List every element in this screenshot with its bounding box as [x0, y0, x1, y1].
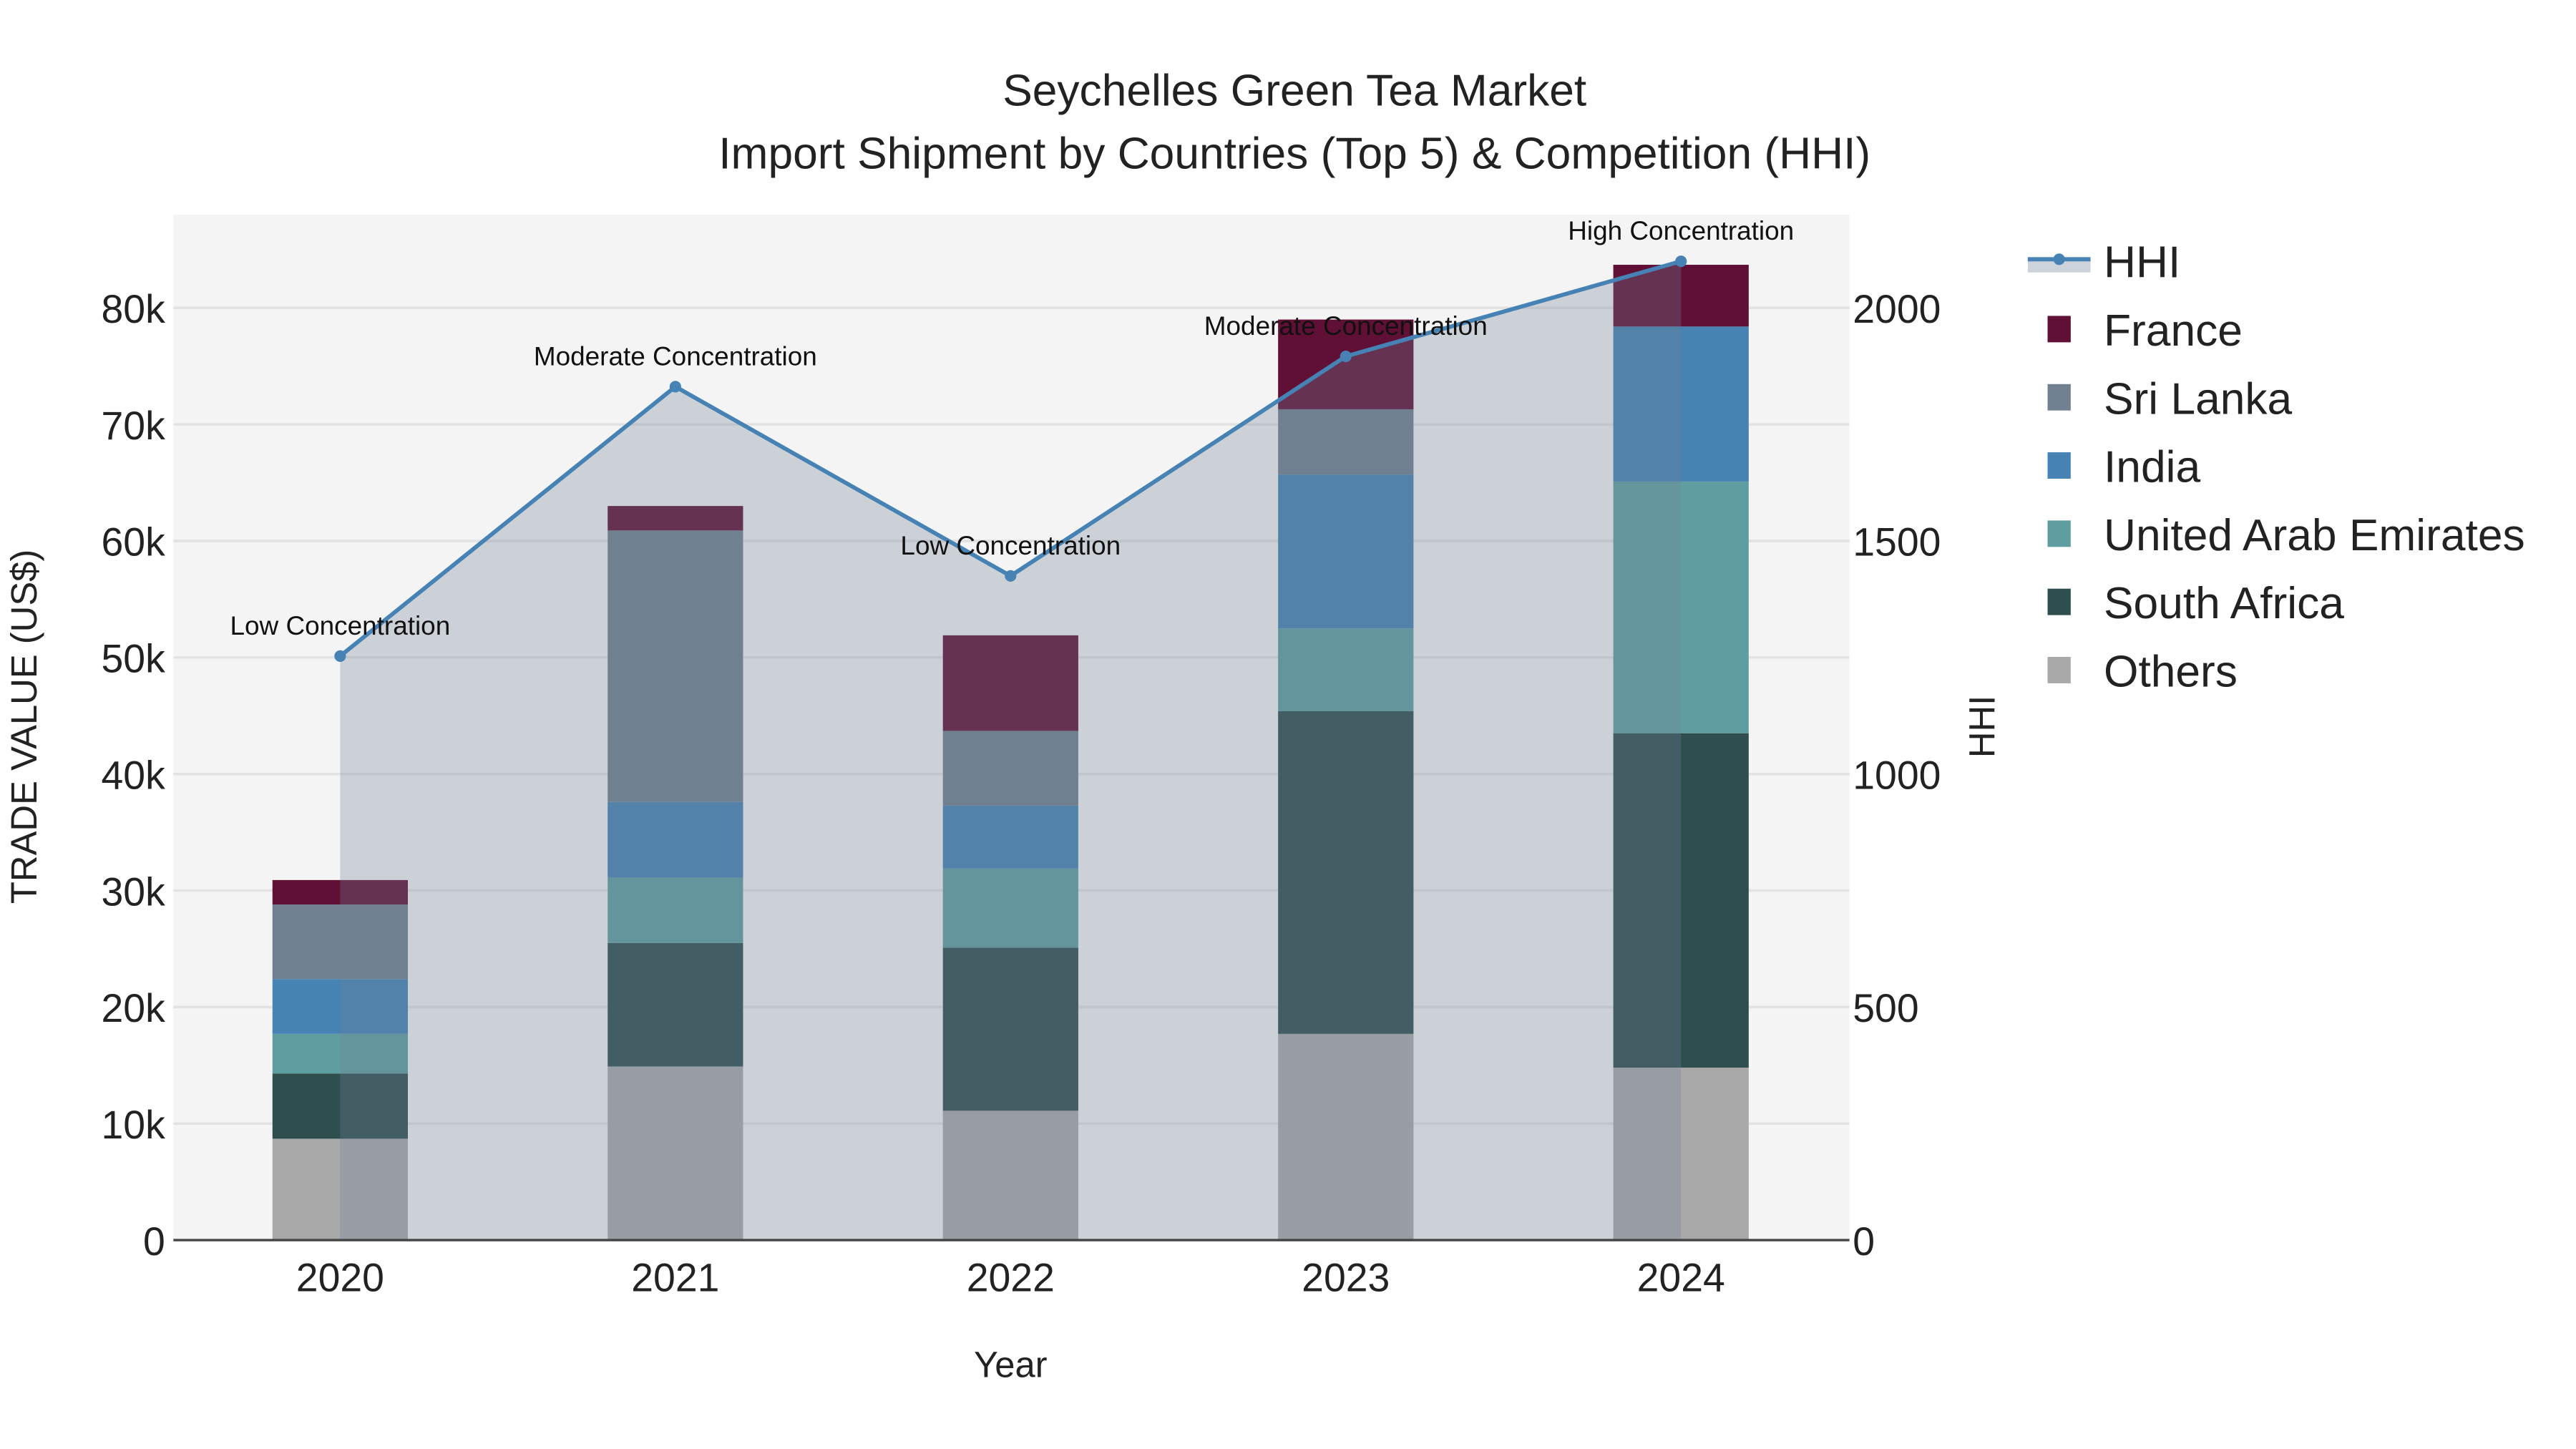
y2-tick-label: 500	[1853, 986, 1918, 1030]
y-tick-label: 60k	[101, 520, 165, 565]
legend-swatch	[2047, 316, 2071, 343]
y-tick-label: 10k	[101, 1103, 165, 1147]
legend-hhi-marker	[2053, 253, 2065, 265]
y2-axis-label: HHI	[1962, 696, 2003, 758]
y-axis-label: TRADE VALUE (US$)	[4, 550, 44, 904]
hhi-point	[1340, 350, 1352, 363]
x-tick-label: 2021	[631, 1256, 719, 1300]
legend-label-hhi: HHI	[2104, 238, 2180, 288]
legend-label: Others	[2104, 648, 2238, 697]
y2-tick-label: 1500	[1853, 520, 1941, 565]
x-tick-label: 2024	[1637, 1256, 1725, 1300]
y-tick-label: 20k	[101, 986, 165, 1030]
legend-label: United Arab Emirates	[2104, 511, 2525, 560]
hhi-point	[1675, 255, 1687, 268]
legend-label: India	[2104, 443, 2200, 492]
legend: HHI France Sri Lanka India United Arab Emira…	[2027, 238, 2525, 697]
legend-label: Sri Lanka	[2104, 374, 2293, 424]
y2-tick-label: 0	[1853, 1219, 1875, 1264]
y-tick-label: 0	[143, 1219, 165, 1264]
y-axis-ticks: 0 10k 20k 30k 40k 50k 60k 70k 80k	[101, 287, 165, 1264]
hhi-point	[1005, 570, 1017, 582]
legend-swatch	[2047, 657, 2071, 683]
hhi-annotation: Moderate Concentration	[534, 341, 817, 371]
hhi-point	[669, 381, 681, 393]
y-tick-label: 80k	[101, 287, 165, 331]
x-tick-label: 2020	[296, 1256, 384, 1300]
legend-swatch	[2047, 384, 2071, 411]
y2-axis-ticks: 0 500 1000 1500 2000	[1853, 287, 1941, 1264]
y-tick-label: 30k	[101, 869, 165, 914]
y-tick-label: 40k	[101, 753, 165, 797]
legend-swatch	[2047, 520, 2071, 547]
hhi-annotation: High Concentration	[1568, 216, 1794, 245]
hhi-annotation: Moderate Concentration	[1204, 311, 1488, 341]
y2-tick-label: 1000	[1853, 753, 1941, 797]
chart-title: Seychelles Green Tea Market	[1002, 67, 1586, 116]
y2-tick-label: 2000	[1853, 287, 1941, 331]
y-tick-label: 50k	[101, 637, 165, 681]
x-axis-label: Year	[974, 1345, 1048, 1385]
hhi-point	[334, 650, 346, 662]
y-tick-label: 70k	[101, 404, 165, 448]
legend-swatch	[2047, 588, 2071, 615]
x-tick-label: 2022	[967, 1256, 1055, 1300]
hhi-annotation: Low Concentration	[230, 611, 451, 640]
chart: Seychelles Green Tea Market Import Shipm…	[4, 67, 2525, 1385]
x-axis-ticks: 2020 2021 2022 2023 2024	[296, 1256, 1725, 1300]
legend-label: France	[2104, 306, 2243, 356]
legend-swatch	[2047, 452, 2071, 479]
chart-subtitle: Import Shipment by Countries (Top 5) & C…	[718, 129, 1870, 178]
hhi-annotation: Low Concentration	[900, 531, 1121, 560]
x-tick-label: 2023	[1302, 1256, 1390, 1300]
legend-label: South Africa	[2104, 579, 2344, 628]
